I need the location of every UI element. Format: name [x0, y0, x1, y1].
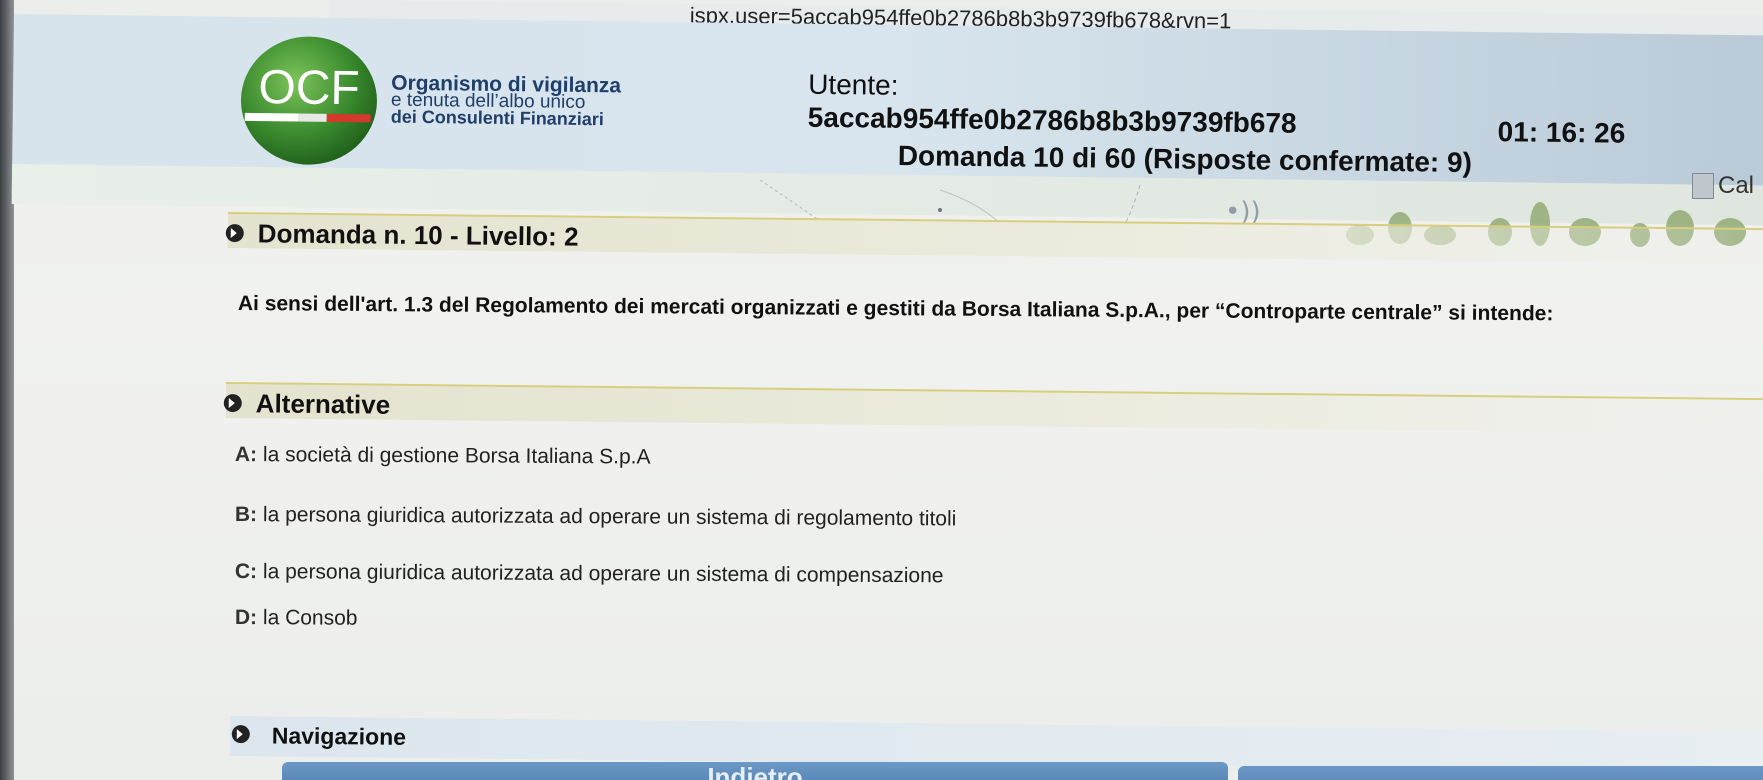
- user-label: Utente:: [808, 68, 899, 101]
- ocf-logo: OCF: [240, 36, 377, 165]
- alternatives-section-title: Alternative: [255, 388, 391, 420]
- answer-text: la persona giuridica autorizzata ad oper…: [262, 560, 944, 588]
- answer-option-c[interactable]: C: la persona giuridica autorizzata ad o…: [235, 560, 944, 588]
- alternatives-section-header: Alternative: [223, 382, 1763, 435]
- user-id: 5accab954ffe0b2786b8b3b9739fb678: [807, 101, 1297, 139]
- next-button[interactable]: [1238, 766, 1763, 780]
- bullet-icon: [223, 393, 242, 413]
- exam-screen: jspx.user=5accab954ffe0b2786b8b3b9739fb6…: [0, 0, 1763, 780]
- org-name-line3: dei Consulenti Finanziari: [390, 106, 604, 130]
- bullet-icon: [225, 223, 244, 243]
- logo-text: OCF: [258, 61, 360, 115]
- answer-key: C:: [234, 560, 258, 584]
- countdown-timer: 01: 16: 26: [1497, 116, 1626, 149]
- back-button[interactable]: Indietro: [282, 762, 1228, 780]
- answer-text: la società di gestione Borsa Italiana S.…: [262, 443, 651, 469]
- bullet-icon: [231, 725, 250, 744]
- question-text: Ai sensi dell'art. 1.3 del Regolamento d…: [237, 292, 1554, 326]
- org-name: Organismo di vigilanza e tenuta dell’alb…: [390, 72, 622, 130]
- question-section-title: Domanda n. 10 - Livello: 2: [257, 218, 579, 252]
- answer-key: D:: [234, 606, 258, 630]
- answer-key: A:: [234, 443, 258, 467]
- answer-text: la Consob: [262, 606, 358, 630]
- answer-option-a[interactable]: A: la società di gestione Borsa Italiana…: [235, 443, 651, 470]
- answer-key: B:: [234, 503, 258, 527]
- answer-option-b[interactable]: B: la persona giuridica autorizzata ad o…: [235, 503, 957, 531]
- navigation-section-title: Navigazione: [271, 722, 407, 750]
- answer-text: la persona giuridica autorizzata ad oper…: [262, 503, 957, 531]
- answer-option-d[interactable]: D: la Consob: [235, 606, 358, 631]
